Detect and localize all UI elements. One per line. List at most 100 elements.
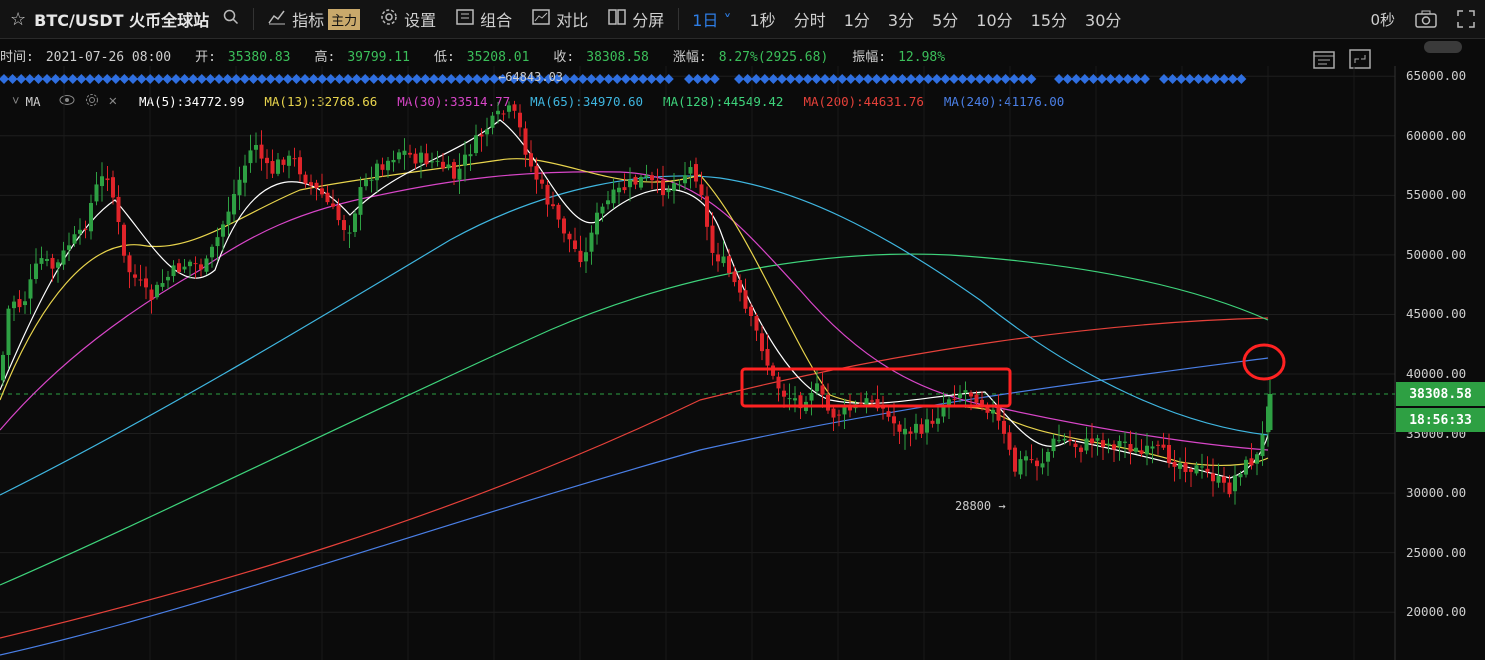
- event-marker: [914, 74, 925, 84]
- event-marker: [638, 74, 648, 84]
- compare-button[interactable]: 对比: [522, 0, 598, 38]
- candle-body: [716, 254, 720, 262]
- candle-body: [1211, 473, 1215, 482]
- candle-body: [287, 155, 291, 166]
- event-marker: [1227, 74, 1238, 84]
- candle-body: [375, 163, 379, 181]
- event-marker: [0, 74, 9, 84]
- candle-body: [215, 237, 220, 247]
- candle-body: [870, 400, 874, 402]
- event-marker: [472, 74, 482, 84]
- timeframe-3[interactable]: 1分: [835, 7, 879, 31]
- event-marker: [992, 74, 1002, 84]
- expand-icon[interactable]: [1349, 49, 1371, 73]
- camera-icon[interactable]: [1405, 0, 1447, 38]
- candle-body: [270, 161, 275, 174]
- search-icon[interactable]: [223, 9, 239, 29]
- candle-body: [1222, 476, 1226, 483]
- event-marker: [42, 74, 52, 84]
- candle-body: [540, 179, 544, 184]
- timeframe-8[interactable]: 30分: [1076, 7, 1130, 31]
- candle-body: [479, 134, 484, 137]
- symbol-selector[interactable]: ☆ BTC/USDT 火币全球站: [0, 0, 249, 38]
- candle-body: [149, 289, 154, 300]
- event-marker: [1054, 74, 1064, 84]
- event-marker: [586, 74, 597, 84]
- calendar-icon[interactable]: [1313, 49, 1335, 73]
- timeframe-7[interactable]: 15分: [1022, 7, 1076, 31]
- current-price-box: 38308.58: [1396, 382, 1485, 406]
- event-marker: [76, 74, 87, 84]
- candle-body: [661, 180, 665, 196]
- timeframe-0[interactable]: 1日 ˅: [683, 7, 740, 31]
- candle-body: [1117, 440, 1122, 447]
- event-marker: [1000, 74, 1011, 84]
- candle-body: [309, 182, 313, 186]
- close-icon[interactable]: ✕: [109, 93, 117, 109]
- eye-icon[interactable]: [59, 94, 75, 109]
- event-marker: [239, 74, 250, 84]
- fullscreen-icon[interactable]: [1447, 0, 1485, 38]
- event-marker: [1079, 74, 1090, 84]
- event-marker: [1097, 74, 1107, 84]
- event-marker: [368, 74, 379, 84]
- event-marker: [205, 74, 216, 84]
- event-marker: [222, 74, 233, 84]
- candle-body: [342, 220, 346, 231]
- split-screen-button[interactable]: 分屏: [598, 0, 674, 38]
- candle-body: [386, 160, 390, 171]
- timeframe-4[interactable]: 3分: [879, 7, 923, 31]
- low-field: 低: 35208.01: [433, 49, 530, 65]
- candle-body: [61, 250, 66, 265]
- combo-button[interactable]: 组合: [446, 0, 522, 38]
- price-tick-3: 50000.00: [1406, 246, 1467, 262]
- candle-body: [754, 316, 759, 331]
- candle-body: [837, 414, 841, 416]
- ma-collapse-icon[interactable]: ˅: [12, 93, 20, 109]
- candle-body: [914, 423, 918, 433]
- event-markers: [0, 74, 1247, 84]
- event-marker: [308, 74, 319, 84]
- event-marker: [777, 74, 787, 84]
- event-marker: [403, 74, 414, 84]
- candle-body: [39, 258, 44, 264]
- candle-body: [650, 175, 654, 181]
- event-marker: [1131, 74, 1142, 84]
- candle-body: [765, 348, 770, 366]
- event-marker: [888, 74, 899, 84]
- event-marker: [692, 74, 703, 84]
- candle-body: [677, 184, 682, 186]
- candle-body: [325, 192, 330, 203]
- event-marker: [110, 74, 121, 84]
- candle-body: [116, 196, 121, 223]
- candle-body: [655, 180, 660, 182]
- candle-body: [1128, 444, 1133, 452]
- candle-body: [683, 175, 687, 184]
- candle-body: [430, 161, 434, 163]
- timeframe-6[interactable]: 10分: [967, 7, 1021, 31]
- settings-button[interactable]: 设置: [370, 0, 446, 38]
- timeframe-1[interactable]: 1秒: [741, 7, 785, 31]
- star-icon[interactable]: ☆: [10, 9, 26, 30]
- ma-line-4: [0, 171, 1269, 451]
- candle-body: [1090, 438, 1094, 444]
- candle-body: [732, 271, 737, 283]
- candle-body: [963, 390, 968, 393]
- candle-body: [259, 144, 264, 159]
- event-marker: [845, 74, 856, 84]
- candle-body: [809, 392, 814, 401]
- timeframe-2[interactable]: 分时: [785, 7, 835, 31]
- candle-body: [265, 157, 269, 164]
- event-marker: [785, 74, 796, 84]
- candle-body: [281, 159, 286, 165]
- indicator-button[interactable]: 指标 主力: [258, 0, 370, 38]
- price-tick-7: 30000.00: [1406, 485, 1467, 501]
- gear-icon[interactable]: [85, 93, 99, 110]
- candle-body: [892, 416, 896, 424]
- event-marker: [1140, 74, 1150, 84]
- candle-body: [1267, 394, 1273, 430]
- timeframe-5[interactable]: 5分: [923, 7, 967, 31]
- candle-body: [72, 234, 77, 244]
- toggle-pill[interactable]: [1424, 41, 1462, 53]
- ma-lines: [0, 119, 1269, 656]
